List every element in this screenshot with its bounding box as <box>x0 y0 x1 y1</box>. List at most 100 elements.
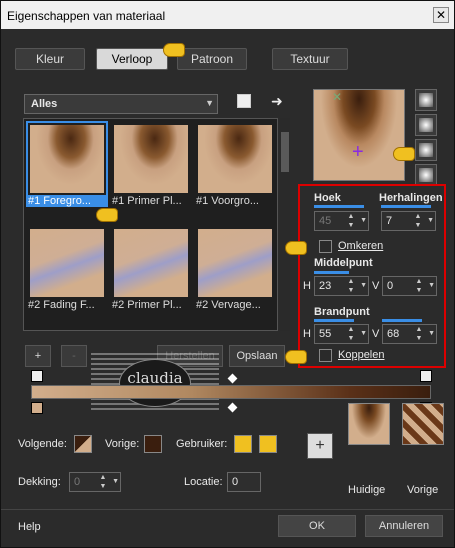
category-dropdown[interactable]: Alles ▼ <box>24 94 218 114</box>
scrollbar-thumb[interactable] <box>281 132 289 172</box>
pointing-hand-icon <box>285 241 307 255</box>
gebruiker-swatch-2[interactable] <box>259 435 277 453</box>
koppelen-checkbox[interactable] <box>319 349 332 362</box>
chevron-down-icon[interactable]: ▼ <box>360 217 367 224</box>
spin-arrows-icon[interactable]: ▲ ▼ <box>346 277 356 295</box>
save-button[interactable]: Opslaan <box>229 345 285 367</box>
cancel-button[interactable]: Annuleren <box>365 515 443 537</box>
gebruiker-swatch-1[interactable] <box>234 435 252 453</box>
rectangular-icon <box>419 118 433 132</box>
thumb-image <box>30 125 104 193</box>
brand-v-slider[interactable] <box>382 319 422 322</box>
tab-kleur[interactable]: Kleur <box>15 48 85 70</box>
window-title: Eigenschappen van materiaal <box>7 9 166 23</box>
chevron-down-icon[interactable]: ▼ <box>428 282 435 289</box>
spin-arrows-icon[interactable]: ▲ ▼ <box>98 473 108 491</box>
chevron-down-icon[interactable]: ▼ <box>360 330 367 337</box>
close-button[interactable]: ✕ <box>433 7 449 23</box>
list-item[interactable]: #2 Vervage... <box>196 227 274 311</box>
top-right-stop-marker[interactable] <box>420 370 432 382</box>
list-item[interactable]: #2 Fading F... <box>28 227 106 311</box>
dekking-input[interactable]: 0 ▲ ▼ ▼ <box>69 472 121 492</box>
mid-v-input[interactable]: 0 ▲ ▼ ▼ <box>382 276 437 296</box>
add-stop-button[interactable]: + <box>25 345 51 367</box>
spin-arrows-icon[interactable]: ▲ ▼ <box>346 325 356 343</box>
radial-icon <box>419 168 433 182</box>
list-item[interactable]: #1 Primer Pl... <box>112 123 190 207</box>
thumb-label: #2 Fading F... <box>28 299 95 311</box>
list-item[interactable]: #2 Primer Pl... <box>112 227 190 311</box>
mid-v-label: V <box>372 280 380 292</box>
footer-divider <box>1 509 454 510</box>
gradient-preview[interactable]: ✕ + <box>313 89 405 181</box>
tab-textuur[interactable]: Textuur <box>272 48 348 70</box>
volgende-swatch[interactable] <box>74 435 92 453</box>
herhalingen-input[interactable]: 7 ▲ ▼ ▼ <box>381 211 436 231</box>
gradient-bar[interactable] <box>31 385 431 399</box>
volgende-label: Volgende: <box>18 438 67 450</box>
locatie-input[interactable]: 0 <box>227 472 261 492</box>
thumb-label: #2 Vervage... <box>196 299 261 311</box>
focal-point-icon[interactable]: + <box>352 142 364 162</box>
chevron-down-icon[interactable]: ▼ <box>360 282 367 289</box>
midpoint-marker[interactable] <box>227 373 238 384</box>
sunburst-style-button[interactable] <box>415 139 437 161</box>
help-link[interactable]: Help <box>18 521 41 533</box>
mid-h-input[interactable]: 23 ▲ ▼ ▼ <box>314 276 369 296</box>
spin-arrows-icon[interactable]: ▲ ▼ <box>413 212 423 230</box>
ok-button[interactable]: OK <box>278 515 356 537</box>
middelpunt-label: Middelpunt <box>314 257 373 269</box>
vorige-label: Vorige: <box>105 438 140 450</box>
remove-stop-button[interactable]: - <box>61 345 87 367</box>
midpoint-marker[interactable] <box>227 402 238 413</box>
chevron-down-icon[interactable]: ▼ <box>427 217 434 224</box>
hoek-slider[interactable] <box>314 205 364 208</box>
brand-h-input[interactable]: 55 ▲ ▼ ▼ <box>314 324 369 344</box>
thumb-label: #1 Voorgro... <box>196 195 259 207</box>
list-item[interactable]: #1 Foregro... <box>26 121 108 207</box>
dekking-value: 0 <box>74 476 81 488</box>
brand-h-slider[interactable] <box>314 319 354 322</box>
thumb-label: #1 Primer Pl... <box>112 195 182 207</box>
chevron-down-icon[interactable]: ▼ <box>428 330 435 337</box>
bottom-left-stop-marker[interactable] <box>31 402 43 414</box>
pointing-hand-icon <box>96 208 118 222</box>
brand-h-value: 55 <box>319 328 332 340</box>
title-bar: Eigenschappen van materiaal ✕ <box>1 1 454 29</box>
add-to-library-button[interactable]: + <box>307 433 333 459</box>
mid-h-slider[interactable] <box>314 271 349 274</box>
koppelen-label: Koppelen <box>338 349 385 361</box>
radial-style-button[interactable] <box>415 164 437 186</box>
tab-verloop[interactable]: Verloop <box>96 48 168 70</box>
rectangular-style-button[interactable] <box>415 114 437 136</box>
list-item[interactable]: #1 Voorgro... <box>196 123 274 207</box>
library-icon[interactable] <box>237 94 251 108</box>
grid-scrollbar[interactable] <box>280 118 290 331</box>
spin-arrows-icon[interactable]: ▲ ▼ <box>414 277 424 295</box>
gradient-library-grid: #1 Foregro... #1 Primer Pl... #1 Voorgro… <box>23 118 278 331</box>
tab-patroon[interactable]: Patroon <box>177 48 247 70</box>
herhalingen-value: 7 <box>386 215 393 227</box>
hoek-value: 45 <box>319 215 332 227</box>
linear-style-button[interactable] <box>415 89 437 111</box>
watermark-logo: claudia <box>119 359 191 407</box>
brand-v-input[interactable]: 68 ▲ ▼ ▼ <box>382 324 437 344</box>
herhalingen-label: Herhalingen <box>379 192 443 204</box>
previous-gradient-thumb[interactable] <box>402 403 444 445</box>
pointing-hand-icon <box>393 147 415 161</box>
chevron-down-icon[interactable]: ▼ <box>112 478 119 485</box>
spin-arrows-icon[interactable]: ▲ ▼ <box>414 325 424 343</box>
current-gradient-thumb[interactable] <box>348 403 390 445</box>
top-left-stop-marker[interactable] <box>31 370 43 382</box>
vorige-swatch[interactable] <box>144 435 162 453</box>
omkeren-checkbox[interactable] <box>319 240 332 253</box>
hoek-input[interactable]: 45 ▲ ▼ ▼ <box>314 211 369 231</box>
crosshair-x-icon: ✕ <box>332 90 343 104</box>
arrow-right-icon[interactable]: ➜ <box>271 93 283 110</box>
spin-arrows-icon[interactable]: ▲ ▼ <box>346 212 356 230</box>
sunburst-icon <box>419 143 433 157</box>
brand-v-value: 68 <box>387 328 400 340</box>
huidige-label: Huidige <box>348 484 386 496</box>
herhalingen-slider[interactable] <box>381 205 431 208</box>
thumb-image <box>114 125 188 193</box>
